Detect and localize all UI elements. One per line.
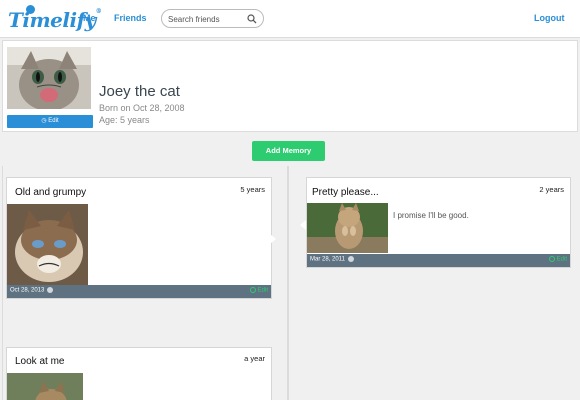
card-pointer-arrow bbox=[270, 234, 276, 244]
kitten-photo bbox=[7, 47, 91, 109]
profile-name: Joey the cat bbox=[99, 83, 180, 100]
top-navbar: Timelify® Me Friends Logout bbox=[0, 0, 580, 38]
memory-date: Oct 28, 2013 bbox=[10, 287, 45, 294]
edit-profile-button[interactable]: ◷ Edit bbox=[7, 115, 93, 128]
logout-link[interactable]: Logout bbox=[534, 13, 565, 23]
memory-age: a year bbox=[244, 354, 265, 363]
memory-date-wrap: Oct 28, 2013 bbox=[10, 287, 54, 294]
nav-me-link[interactable]: Me bbox=[83, 13, 96, 23]
memory-title: Look at me bbox=[15, 356, 65, 367]
search-input[interactable] bbox=[168, 13, 246, 25]
begging-kitten-photo bbox=[307, 203, 388, 253]
search-icon[interactable] bbox=[247, 14, 257, 24]
card-pointer-arrow bbox=[300, 220, 306, 230]
logo-bird-icon bbox=[26, 5, 35, 14]
memory-edit-link[interactable]: Edit bbox=[548, 256, 567, 263]
edit-icon bbox=[548, 256, 555, 262]
logo-registered-mark: ® bbox=[95, 8, 102, 15]
memory-card-look-at-me[interactable]: Look at me a year bbox=[6, 347, 272, 400]
timeline-center-line bbox=[287, 166, 289, 400]
memory-edit-link[interactable]: Edit bbox=[249, 287, 268, 294]
search-box[interactable] bbox=[161, 9, 264, 28]
profile-birthdate: Born on Oct 28, 2008 bbox=[99, 103, 185, 113]
profile-avatar bbox=[7, 47, 91, 109]
globe-icon bbox=[347, 256, 354, 262]
memory-title: Pretty please... bbox=[312, 187, 379, 198]
grumpy-cat-photo bbox=[7, 204, 88, 285]
globe-icon bbox=[47, 287, 54, 293]
memory-footer: Mar 28, 2011 Edit bbox=[307, 254, 570, 267]
edit-profile-label: Edit bbox=[48, 118, 59, 124]
memory-footer: Oct 28, 2013 Edit bbox=[7, 285, 271, 298]
memory-date-wrap: Mar 28, 2011 bbox=[310, 256, 354, 263]
memory-edit-label: Edit bbox=[556, 256, 567, 263]
memory-edit-label: Edit bbox=[257, 287, 268, 294]
add-memory-button[interactable]: Add Memory bbox=[252, 141, 325, 161]
memory-text: I promise I'll be good. bbox=[393, 211, 469, 220]
profile-panel: ◷ Edit Joey the cat Born on Oct 28, 2008… bbox=[2, 40, 578, 132]
memory-age: 5 years bbox=[240, 185, 265, 194]
memory-card-old-and-grumpy[interactable]: Old and grumpy 5 years Oct 28, 2013 Edit bbox=[6, 177, 272, 299]
nav-friends-link[interactable]: Friends bbox=[114, 13, 147, 23]
edit-icon bbox=[249, 287, 256, 293]
memory-card-pretty-please[interactable]: Pretty please... 2 years I promise I'll … bbox=[306, 177, 571, 268]
memory-title: Old and grumpy bbox=[15, 187, 87, 198]
timeline-left-border bbox=[2, 166, 3, 400]
profile-age: Age: 5 years bbox=[99, 115, 150, 125]
memory-age: 2 years bbox=[539, 185, 564, 194]
cat-photo bbox=[7, 373, 83, 400]
memory-date: Mar 28, 2011 bbox=[310, 256, 345, 263]
